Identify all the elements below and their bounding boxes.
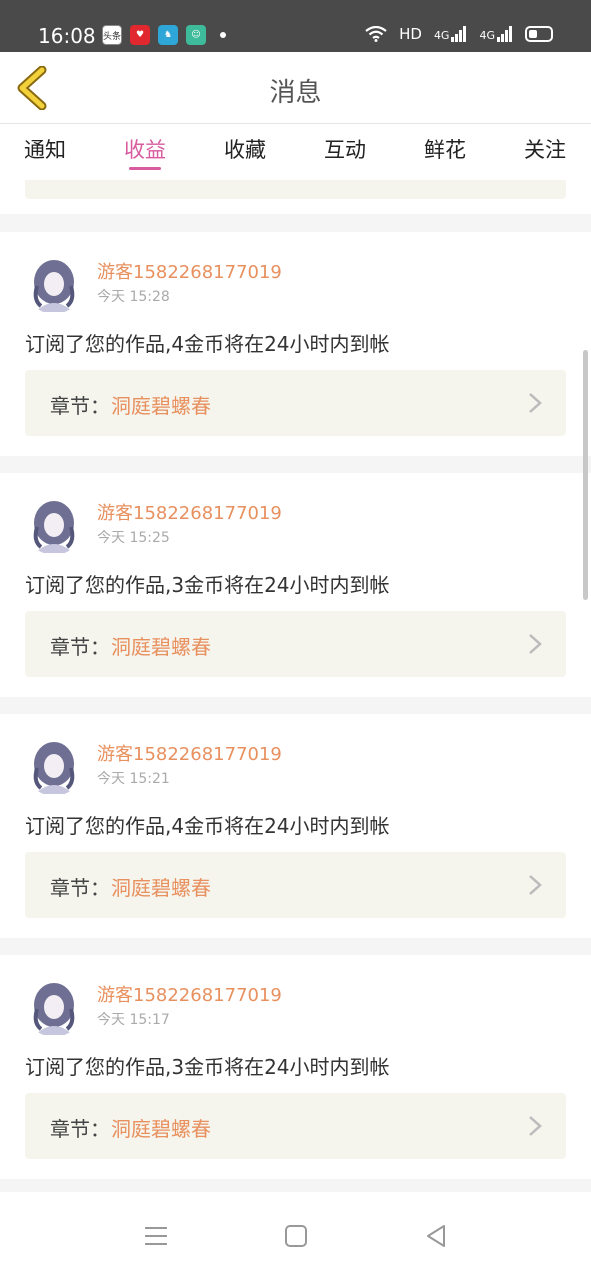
- avatar[interactable]: [25, 738, 83, 796]
- hd-label: HD: [399, 25, 422, 43]
- chapter-name: 洞庭碧螺春: [111, 876, 211, 900]
- message-list[interactable]: 游客1582268177019 今天 15:28 订阅了您的作品,4金币将在24…: [0, 180, 591, 1192]
- message-time: 今天 15:28: [97, 289, 170, 305]
- status-bar: 16:08 头条 ♥ ♞ ☺ HD 4G 4G: [0, 0, 591, 52]
- back-icon[interactable]: [422, 1222, 450, 1250]
- message-text: 订阅了您的作品,3金币将在24小时内到帐: [25, 1055, 390, 1079]
- username[interactable]: 游客1582268177019: [97, 499, 282, 525]
- chevron-right-icon: [529, 875, 542, 895]
- username[interactable]: 游客1582268177019: [97, 981, 282, 1007]
- avatar[interactable]: [25, 256, 83, 314]
- system-navigation-bar: [0, 1192, 591, 1280]
- status-indicators: HD 4G 4G: [365, 25, 553, 43]
- chapter-name: 洞庭碧螺春: [111, 635, 211, 659]
- battery-icon: [525, 26, 553, 42]
- chapter-label: 章节：: [50, 876, 110, 900]
- menu-icon[interactable]: [142, 1222, 170, 1250]
- chevron-right-icon: [529, 393, 542, 413]
- chapter-name: 洞庭碧螺春: [111, 1117, 211, 1141]
- chapter-link[interactable]: 章节： 洞庭碧螺春: [25, 852, 566, 918]
- message-card[interactable]: 游客1582268177019 今天 15:21 订阅了您的作品,4金币将在24…: [0, 714, 591, 938]
- toutiao-icon: 头条: [102, 25, 122, 45]
- message-card[interactable]: 游客1582268177019 今天 15:17 订阅了您的作品,3金币将在24…: [0, 955, 591, 1179]
- signal-2: 4G: [479, 26, 513, 42]
- scrollbar[interactable]: [583, 350, 588, 600]
- message-time: 今天 15:25: [97, 530, 170, 546]
- signal-bars-icon: [451, 26, 467, 42]
- tab-interaction[interactable]: 互动: [324, 134, 366, 164]
- message-text: 订阅了您的作品,3金币将在24小时内到帐: [25, 573, 390, 597]
- active-tab-indicator: [129, 167, 161, 170]
- chapter-label: 章节：: [50, 394, 110, 418]
- tab-notice[interactable]: 通知: [24, 134, 66, 164]
- chapter-link[interactable]: 章节： 洞庭碧螺春: [25, 611, 566, 677]
- header: 消息: [0, 52, 591, 124]
- chevron-right-icon: [529, 634, 542, 654]
- message-text: 订阅了您的作品,4金币将在24小时内到帐: [25, 814, 390, 838]
- username[interactable]: 游客1582268177019: [97, 740, 282, 766]
- message-time: 今天 15:17: [97, 1012, 170, 1028]
- tab-flowers[interactable]: 鲜花: [424, 134, 466, 164]
- tab-earnings[interactable]: 收益: [124, 134, 166, 164]
- status-app-icons: 头条 ♥ ♞ ☺: [102, 25, 226, 45]
- chapter-link[interactable]: 章节： 洞庭碧螺春: [25, 370, 566, 436]
- message-text: 订阅了您的作品,4金币将在24小时内到帐: [25, 332, 390, 356]
- chapter-link[interactable]: 章节： 洞庭碧螺春: [25, 1093, 566, 1159]
- chapter-name: 洞庭碧螺春: [111, 394, 211, 418]
- status-time: 16:08: [38, 24, 96, 48]
- heart-app-icon: ♥: [130, 25, 150, 45]
- message-card[interactable]: 游客1582268177019 今天 15:28 订阅了您的作品,4金币将在24…: [0, 232, 591, 456]
- signal-bars-icon: [497, 26, 512, 42]
- wifi-icon: [365, 26, 387, 42]
- message-card[interactable]: 游客1582268177019 今天 15:25 订阅了您的作品,3金币将在24…: [0, 473, 591, 697]
- home-icon[interactable]: [282, 1222, 310, 1250]
- username[interactable]: 游客1582268177019: [97, 258, 282, 284]
- chapter-label: 章节：: [50, 635, 110, 659]
- page-title: 消息: [269, 78, 322, 108]
- notification-dot: [220, 32, 226, 38]
- partial-chapter-box: [25, 180, 566, 199]
- green-app-icon: ☺: [186, 25, 206, 45]
- tab-favorites[interactable]: 收藏: [224, 134, 266, 164]
- message-time: 今天 15:21: [97, 771, 170, 787]
- avatar[interactable]: [25, 497, 83, 555]
- signal-1: 4G: [434, 26, 468, 42]
- chapter-label: 章节：: [50, 1117, 110, 1141]
- tab-following[interactable]: 关注: [524, 134, 566, 164]
- camel-app-icon: ♞: [158, 25, 178, 45]
- chevron-right-icon: [529, 1116, 542, 1136]
- avatar[interactable]: [25, 979, 83, 1037]
- partial-message-card: [0, 180, 591, 214]
- tab-bar: 通知 收益 收藏 互动 鲜花 关注: [0, 124, 591, 180]
